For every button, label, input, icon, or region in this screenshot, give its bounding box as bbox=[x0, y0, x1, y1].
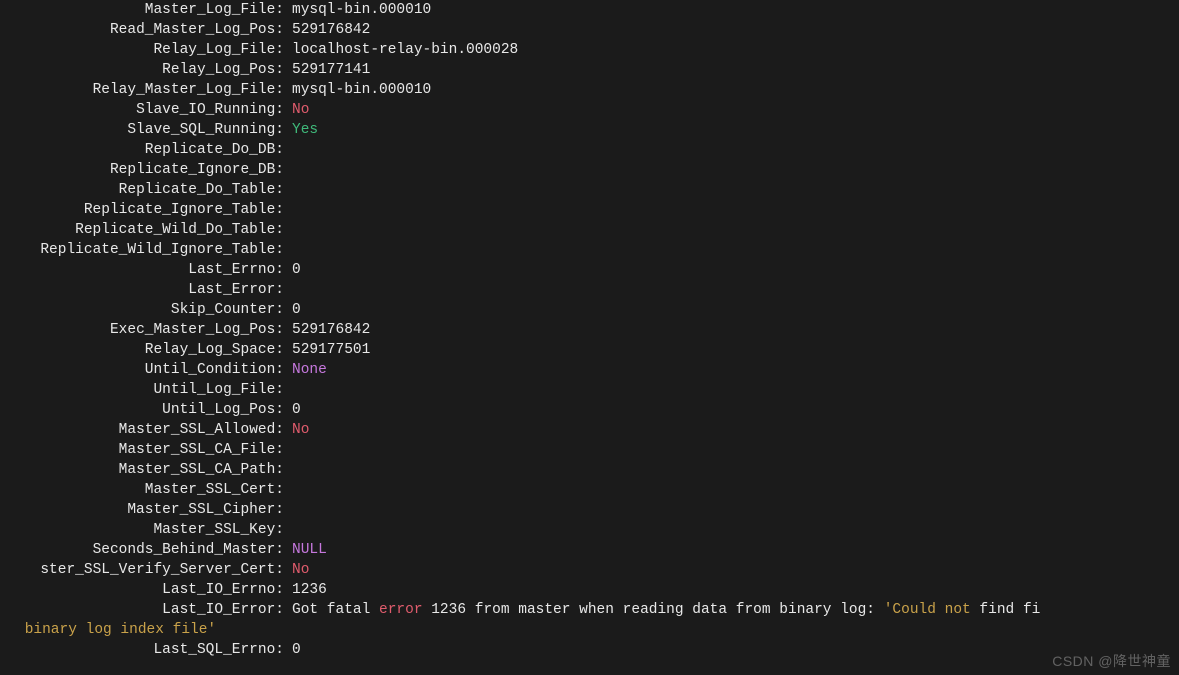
field-value bbox=[284, 240, 292, 260]
status-row: Skip_Counter:0 bbox=[0, 300, 1179, 320]
field-value: 529176842 bbox=[284, 320, 370, 340]
status-row: Relay_Log_Pos:529177141 bbox=[0, 60, 1179, 80]
field-label: Last_IO_Errno: bbox=[0, 580, 284, 600]
field-value: 0 bbox=[284, 400, 301, 420]
field-label: Seconds_Behind_Master: bbox=[0, 540, 284, 560]
field-label: Slave_IO_Running: bbox=[0, 100, 284, 120]
field-value bbox=[284, 440, 292, 460]
status-row: Until_Log_File: bbox=[0, 380, 1179, 400]
status-row: Master_SSL_Cipher: bbox=[0, 500, 1179, 520]
field-value: mysql-bin.000010 bbox=[284, 0, 431, 20]
field-value: NULL bbox=[284, 540, 327, 560]
field-value: Got fatal error 1236 from master when re… bbox=[284, 600, 1040, 620]
status-row: Relay_Master_Log_File:mysql-bin.000010 bbox=[0, 80, 1179, 100]
field-label: Last_IO_Error: bbox=[0, 600, 284, 620]
field-value: No bbox=[284, 560, 309, 580]
status-row: Last_IO_Errno:1236 bbox=[0, 580, 1179, 600]
status-row: Last_Error: bbox=[0, 280, 1179, 300]
field-label: Read_Master_Log_Pos: bbox=[0, 20, 284, 40]
field-value: 0 bbox=[284, 640, 301, 660]
field-label: ster_SSL_Verify_Server_Cert: bbox=[0, 560, 284, 580]
field-label: Relay_Log_Pos: bbox=[0, 60, 284, 80]
field-label: Replicate_Wild_Do_Table: bbox=[0, 220, 284, 240]
field-label: Last_Error: bbox=[0, 280, 284, 300]
status-row: Master_SSL_Cert: bbox=[0, 480, 1179, 500]
field-label: Last_SQL_Errno: bbox=[0, 640, 284, 660]
status-row: ster_SSL_Verify_Server_Cert:No bbox=[0, 560, 1179, 580]
status-row: Replicate_Ignore_DB: bbox=[0, 160, 1179, 180]
field-label: Last_Errno: bbox=[0, 260, 284, 280]
status-row: Until_Log_Pos:0 bbox=[0, 400, 1179, 420]
field-label: Replicate_Do_Table: bbox=[0, 180, 284, 200]
field-label: Replicate_Wild_Ignore_Table: bbox=[0, 240, 284, 260]
field-value bbox=[284, 180, 292, 200]
status-row: Master_SSL_Allowed:No bbox=[0, 420, 1179, 440]
field-label: Master_SSL_Cert: bbox=[0, 480, 284, 500]
field-value bbox=[284, 460, 292, 480]
field-value: None bbox=[284, 360, 327, 380]
status-row: Relay_Log_Space:529177501 bbox=[0, 340, 1179, 360]
status-row: Last_SQL_Errno:0 bbox=[0, 640, 1179, 660]
field-label: Relay_Master_Log_File: bbox=[0, 80, 284, 100]
field-label: Replicate_Do_DB: bbox=[0, 140, 284, 160]
field-value bbox=[284, 500, 292, 520]
field-value: 0 bbox=[284, 300, 301, 320]
field-label: Until_Log_Pos: bbox=[0, 400, 284, 420]
field-value bbox=[284, 200, 292, 220]
status-row: Seconds_Behind_Master:NULL bbox=[0, 540, 1179, 560]
field-label: Relay_Log_Space: bbox=[0, 340, 284, 360]
status-row: Relay_Log_File:localhost-relay-bin.00002… bbox=[0, 40, 1179, 60]
field-label: Master_SSL_Key: bbox=[0, 520, 284, 540]
field-value: 529177141 bbox=[284, 60, 370, 80]
field-value: 529176842 bbox=[284, 20, 370, 40]
status-row: Master_SSL_CA_File: bbox=[0, 440, 1179, 460]
status-row: Slave_SQL_Running:Yes bbox=[0, 120, 1179, 140]
field-value bbox=[284, 220, 292, 240]
status-row: Replicate_Do_DB: bbox=[0, 140, 1179, 160]
status-row: Slave_IO_Running:No bbox=[0, 100, 1179, 120]
field-value: 0 bbox=[284, 260, 301, 280]
status-row: Master_SSL_Key: bbox=[0, 520, 1179, 540]
watermark: CSDN @降世神童 bbox=[1052, 651, 1171, 671]
status-row: Replicate_Do_Table: bbox=[0, 180, 1179, 200]
field-value bbox=[284, 280, 292, 300]
status-row: Replicate_Wild_Do_Table: bbox=[0, 220, 1179, 240]
field-value bbox=[284, 480, 292, 500]
field-value bbox=[284, 140, 292, 160]
status-row: Replicate_Wild_Ignore_Table: bbox=[0, 240, 1179, 260]
field-value: No bbox=[284, 420, 309, 440]
field-label: Relay_Log_File: bbox=[0, 40, 284, 60]
field-label: Master_Log_File: bbox=[0, 0, 284, 20]
field-value bbox=[284, 520, 292, 540]
field-label: Master_SSL_Cipher: bbox=[0, 500, 284, 520]
field-value: localhost-relay-bin.000028 bbox=[284, 40, 518, 60]
field-value: Yes bbox=[284, 120, 318, 140]
field-value: 1236 bbox=[284, 580, 327, 600]
field-label: Replicate_Ignore_DB: bbox=[0, 160, 284, 180]
field-label: Replicate_Ignore_Table: bbox=[0, 200, 284, 220]
status-row: Last_Errno:0 bbox=[0, 260, 1179, 280]
terminal-output: Master_Log_File:mysql-bin.000010Read_Mas… bbox=[0, 0, 1179, 660]
status-row: Master_Log_File:mysql-bin.000010 bbox=[0, 0, 1179, 20]
status-row: Exec_Master_Log_Pos:529176842 bbox=[0, 320, 1179, 340]
status-row-wrap: binary log index file' bbox=[0, 620, 1179, 640]
field-label: Slave_SQL_Running: bbox=[0, 120, 284, 140]
field-label: Until_Condition: bbox=[0, 360, 284, 380]
status-row: Replicate_Ignore_Table: bbox=[0, 200, 1179, 220]
status-row: Until_Condition:None bbox=[0, 360, 1179, 380]
field-label: Master_SSL_Allowed: bbox=[0, 420, 284, 440]
status-row-last-io-error: Last_IO_Error:Got fatal error 1236 from … bbox=[0, 600, 1179, 620]
field-label: Exec_Master_Log_Pos: bbox=[0, 320, 284, 340]
field-value: No bbox=[284, 100, 309, 120]
field-value: 529177501 bbox=[284, 340, 370, 360]
field-label: Until_Log_File: bbox=[0, 380, 284, 400]
field-value: mysql-bin.000010 bbox=[284, 80, 431, 100]
status-row: Read_Master_Log_Pos:529176842 bbox=[0, 20, 1179, 40]
field-label: Master_SSL_CA_File: bbox=[0, 440, 284, 460]
field-label: Master_SSL_CA_Path: bbox=[0, 460, 284, 480]
field-label: Skip_Counter: bbox=[0, 300, 284, 320]
field-value bbox=[284, 160, 292, 180]
status-row: Master_SSL_CA_Path: bbox=[0, 460, 1179, 480]
field-value bbox=[284, 380, 292, 400]
